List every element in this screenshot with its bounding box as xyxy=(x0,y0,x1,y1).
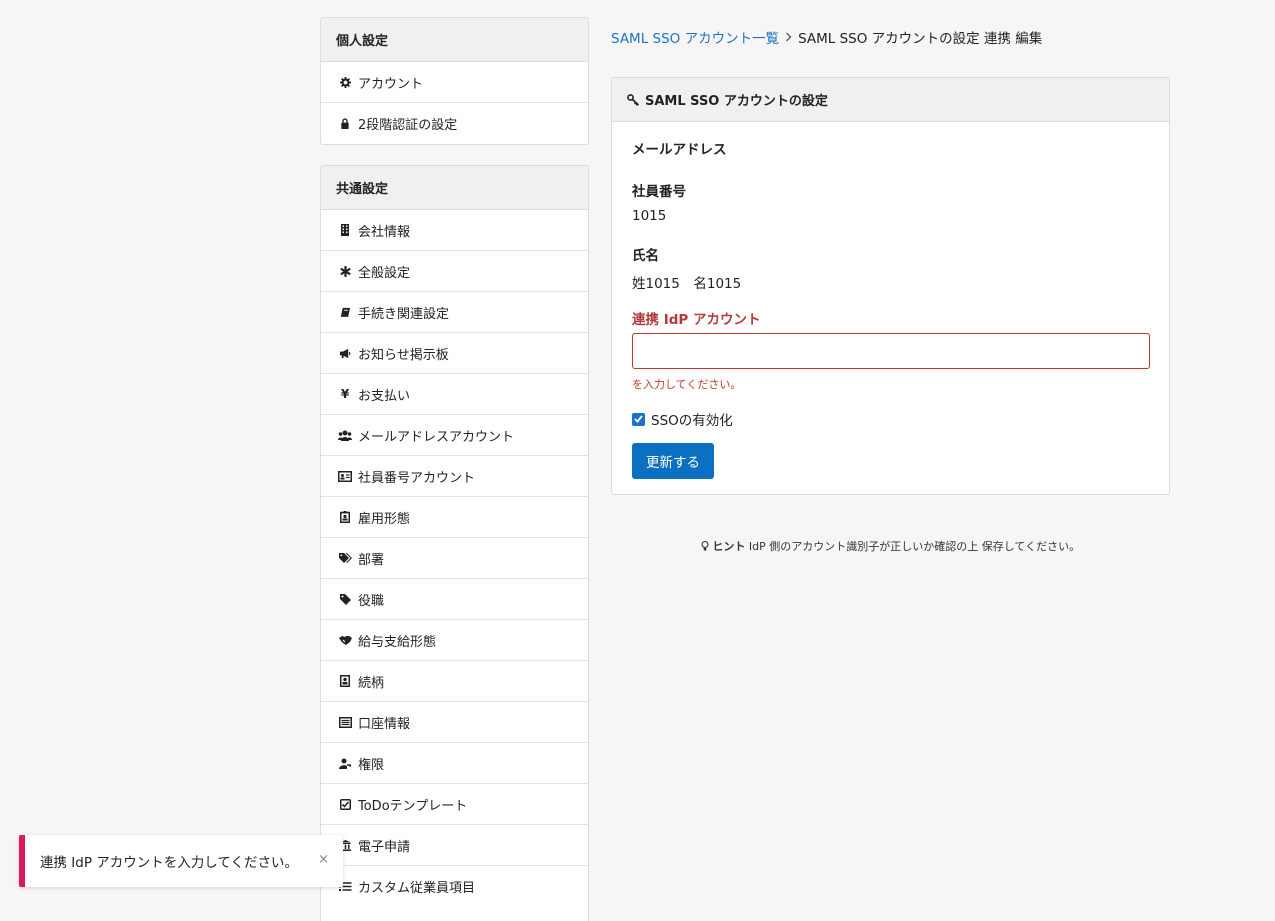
close-icon[interactable]: × xyxy=(318,852,329,867)
sidebar-item-general[interactable]: 全般設定 xyxy=(321,251,588,292)
sidebar-item-label: 電子申請 xyxy=(358,839,411,855)
checkmark-icon xyxy=(634,415,643,423)
card-header: SAML SSO アカウントの設定 xyxy=(612,78,1169,122)
error-toast: 連携 IdP アカウントを入力してください。 × xyxy=(19,835,343,887)
asterisk-icon xyxy=(338,265,352,277)
book-icon xyxy=(338,307,352,318)
sidebar-item-label: 社員番号アカウント xyxy=(358,470,476,486)
sidebar-item-procedures[interactable]: 手続き関連設定 xyxy=(321,292,588,333)
sidebar-item-label: アカウント xyxy=(358,76,424,92)
sidebar-item-label: ToDoテンプレート xyxy=(358,798,468,814)
sidebar-item-custom-fields[interactable]: カスタム従業員項目 xyxy=(321,866,588,907)
lock-icon xyxy=(338,118,352,129)
common-settings-title: 共通設定 xyxy=(321,166,588,210)
idp-account-error: を入力してください。 xyxy=(632,378,742,391)
sidebar-item-salary-type[interactable]: 給与支給形態 xyxy=(321,620,588,661)
sidebar-item-label: 会社情報 xyxy=(358,224,411,240)
toast-message: 連携 IdP アカウントを入力してください。 xyxy=(40,855,298,871)
sidebar-item-label: 手続き関連設定 xyxy=(358,306,450,322)
building-icon xyxy=(338,224,352,236)
sidebar-item-label: 役職 xyxy=(358,593,385,609)
common-settings-panel: 共通設定 会社情報 全般設定 手続き関連設定 お知らせ掲示板 ¥ お支払い メー… xyxy=(320,165,589,921)
saml-settings-card: SAML SSO アカウントの設定 メールアドレス 社員番号 1015 氏名 姓… xyxy=(611,77,1170,495)
sidebar-item-positions[interactable]: 役職 xyxy=(321,579,588,620)
sidebar-item-company[interactable]: 会社情報 xyxy=(321,210,588,251)
sidebar-item-label: 続柄 xyxy=(358,675,385,691)
users-icon xyxy=(338,430,352,441)
page: 個人設定 アカウント 2段階認証の設定 共通設定 会社情報 全般設定 手続き関連… xyxy=(0,0,1275,921)
name-label: 氏名 xyxy=(632,248,659,264)
sidebar-item-permissions[interactable]: 権限 xyxy=(321,743,588,784)
sidebar-item-label: お支払い xyxy=(358,388,411,404)
sidebar-item-label: カスタム従業員項目 xyxy=(358,881,476,896)
update-button[interactable]: 更新する xyxy=(632,443,714,479)
sidebar-item-label: メールアドレスアカウント xyxy=(358,429,515,445)
sidebar-item-two-factor[interactable]: 2段階認証の設定 xyxy=(321,103,588,144)
sidebar-item-todo-templates[interactable]: ToDoテンプレート xyxy=(321,784,588,825)
sidebar-item-notice-board[interactable]: お知らせ掲示板 xyxy=(321,333,588,374)
name-value: 姓1015 名1015 xyxy=(632,276,742,292)
lightbulb-icon xyxy=(701,540,709,554)
sso-enable-row: SSOの有効化 xyxy=(632,409,733,429)
breadcrumb-current: SAML SSO アカウントの設定 連携 編集 xyxy=(798,31,1043,47)
sidebar-item-label: 口座情報 xyxy=(358,716,411,732)
tag-icon xyxy=(338,593,352,605)
id-card-icon xyxy=(338,470,352,482)
sidebar-item-e-application[interactable]: 電子申請 xyxy=(321,825,588,866)
sso-enable-checkbox[interactable] xyxy=(632,412,645,426)
employee-no-value: 1015 xyxy=(632,208,667,224)
sidebar-item-departments[interactable]: 部署 xyxy=(321,538,588,579)
sidebar-item-label: 雇用形態 xyxy=(358,511,411,527)
badge-icon xyxy=(338,511,352,523)
sidebar-item-payment[interactable]: ¥ お支払い xyxy=(321,374,588,415)
tags-icon xyxy=(338,552,352,564)
personal-settings-title: 個人設定 xyxy=(321,18,588,62)
contact-icon xyxy=(338,675,352,687)
key-icon xyxy=(627,93,640,106)
breadcrumb: SAML SSO アカウント一覧 SAML SSO アカウントの設定 連携 編集 xyxy=(611,27,1042,47)
user-key-icon xyxy=(338,758,352,769)
personal-settings-panel: 個人設定 アカウント 2段階認証の設定 xyxy=(320,17,589,145)
sidebar-item-label: 全般設定 xyxy=(358,265,411,281)
yen-icon: ¥ xyxy=(340,387,350,401)
sidebar-item-label: お知らせ掲示板 xyxy=(358,347,449,363)
megaphone-icon xyxy=(338,348,352,359)
hint-text: ヒント IdP 側のアカウント識別子が正しいか確認の上 保存してください。 xyxy=(611,538,1170,554)
sidebar-item-account[interactable]: アカウント xyxy=(321,62,588,103)
list-alt-icon xyxy=(338,716,352,728)
idp-account-input[interactable] xyxy=(632,333,1150,369)
sso-enable-label[interactable]: SSOの有効化 xyxy=(651,409,733,429)
sidebar-item-bank-accounts[interactable]: 口座情報 xyxy=(321,702,588,743)
hint-prefix: ヒント xyxy=(712,540,746,553)
sidebar-item-label: 給与支給形態 xyxy=(358,634,437,650)
sidebar-item-employee-no-accounts[interactable]: 社員番号アカウント xyxy=(321,456,588,497)
sidebar-item-email-accounts[interactable]: メールアドレスアカウント xyxy=(321,415,588,456)
hint-body: IdP 側のアカウント識別子が正しいか確認の上 保存してください。 xyxy=(745,540,1081,553)
sidebar-item-label: 権限 xyxy=(358,757,385,773)
sidebar-item-label: 2段階認証の設定 xyxy=(358,118,458,133)
card-title: SAML SSO アカウントの設定 xyxy=(645,94,828,109)
sidebar-item-employment-type[interactable]: 雇用形態 xyxy=(321,497,588,538)
employee-no-label: 社員番号 xyxy=(632,184,686,200)
handshake-icon xyxy=(338,635,352,646)
sidebar-item-relationship[interactable]: 続柄 xyxy=(321,661,588,702)
breadcrumb-link-saml-list[interactable]: SAML SSO アカウント一覧 xyxy=(611,27,779,47)
email-label: メールアドレス xyxy=(632,142,727,158)
sidebar-item-label: 部署 xyxy=(358,552,385,568)
gear-icon xyxy=(338,76,352,88)
check-square-icon xyxy=(338,798,352,810)
chevron-right-icon xyxy=(785,32,792,42)
idp-account-label: 連携 IdP アカウント xyxy=(632,312,761,328)
